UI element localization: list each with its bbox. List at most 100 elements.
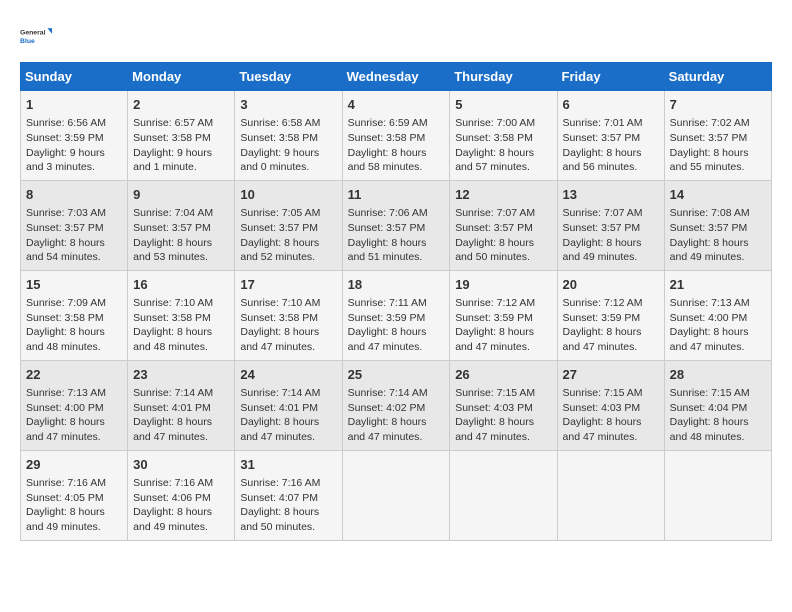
day-info: Sunrise: 6:57 AMSunset: 3:58 PMDaylight:… xyxy=(133,116,229,175)
calendar-cell xyxy=(664,450,771,540)
day-number: 22 xyxy=(26,366,122,384)
calendar-cell: 4 Sunrise: 6:59 AMSunset: 3:58 PMDaylight… xyxy=(342,91,450,181)
day-info: Sunrise: 7:15 AMSunset: 4:04 PMDaylight:… xyxy=(670,386,766,445)
day-number: 21 xyxy=(670,276,766,294)
calendar-week-row: 8 Sunrise: 7:03 AMSunset: 3:57 PMDaylight… xyxy=(21,180,772,270)
calendar-cell xyxy=(557,450,664,540)
day-info: Sunrise: 7:08 AMSunset: 3:57 PMDaylight:… xyxy=(670,206,766,265)
calendar-cell: 21 Sunrise: 7:13 AMSunset: 4:00 PMDayligh… xyxy=(664,270,771,360)
day-info: Sunrise: 6:59 AMSunset: 3:58 PMDaylight:… xyxy=(348,116,445,175)
calendar-cell: 22 Sunrise: 7:13 AMSunset: 4:00 PMDayligh… xyxy=(21,360,128,450)
calendar-cell: 20Sunrise: 7:12 AMSunset: 3:59 PMDayligh… xyxy=(557,270,664,360)
day-header-saturday: Saturday xyxy=(664,63,771,91)
day-info: Sunrise: 7:07 AMSunset: 3:57 PMDaylight:… xyxy=(455,206,551,265)
calendar-table: SundayMondayTuesdayWednesdayThursdayFrid… xyxy=(20,62,772,541)
day-number: 28 xyxy=(670,366,766,384)
calendar-week-row: 15 Sunrise: 7:09 AMSunset: 3:58 PMDayligh… xyxy=(21,270,772,360)
calendar-cell: 11 Sunrise: 7:06 AMSunset: 3:57 PMDayligh… xyxy=(342,180,450,270)
calendar-week-row: 1Sunrise: 6:56 AMSunset: 3:59 PMDaylight… xyxy=(21,91,772,181)
day-info: Sunrise: 7:14 AMSunset: 4:01 PMDaylight:… xyxy=(133,386,229,445)
calendar-cell: 12 Sunrise: 7:07 AMSunset: 3:57 PMDayligh… xyxy=(450,180,557,270)
day-number: 4 xyxy=(348,96,445,114)
calendar-cell: 31Sunrise: 7:16 AMSunset: 4:07 PMDayligh… xyxy=(235,450,342,540)
day-info: Sunrise: 7:00 AMSunset: 3:58 PMDaylight:… xyxy=(455,116,551,175)
day-info: Sunrise: 7:03 AMSunset: 3:57 PMDaylight:… xyxy=(26,206,122,265)
calendar-cell: 7 Sunrise: 7:02 AMSunset: 3:57 PMDaylight… xyxy=(664,91,771,181)
calendar-cell: 16Sunrise: 7:10 AMSunset: 3:58 PMDayligh… xyxy=(128,270,235,360)
calendar-cell: 27 Sunrise: 7:15 AMSunset: 4:03 PMDayligh… xyxy=(557,360,664,450)
day-header-thursday: Thursday xyxy=(450,63,557,91)
calendar-cell: 13 Sunrise: 7:07 AMSunset: 3:57 PMDayligh… xyxy=(557,180,664,270)
svg-text:General: General xyxy=(20,30,46,37)
day-number: 5 xyxy=(455,96,551,114)
day-info: Sunrise: 7:12 AMSunset: 3:59 PMDaylight:… xyxy=(455,296,551,355)
calendar-cell: 5 Sunrise: 7:00 AMSunset: 3:58 PMDaylight… xyxy=(450,91,557,181)
day-number: 6 xyxy=(563,96,659,114)
day-number: 26 xyxy=(455,366,551,384)
logo: General Blue xyxy=(20,20,52,52)
day-info: Sunrise: 7:10 AMSunset: 3:58 PMDaylight:… xyxy=(240,296,336,355)
day-number: 27 xyxy=(563,366,659,384)
day-header-friday: Friday xyxy=(557,63,664,91)
day-info: Sunrise: 7:16 AMSunset: 4:07 PMDaylight:… xyxy=(240,476,336,535)
svg-text:Blue: Blue xyxy=(20,38,35,45)
day-header-sunday: Sunday xyxy=(21,63,128,91)
calendar-cell xyxy=(450,450,557,540)
calendar-cell: 15 Sunrise: 7:09 AMSunset: 3:58 PMDayligh… xyxy=(21,270,128,360)
day-info: Sunrise: 7:04 AMSunset: 3:57 PMDaylight:… xyxy=(133,206,229,265)
day-number: 12 xyxy=(455,186,551,204)
calendar-cell: 6 Sunrise: 7:01 AMSunset: 3:57 PMDaylight… xyxy=(557,91,664,181)
day-number: 25 xyxy=(348,366,445,384)
day-number: 14 xyxy=(670,186,766,204)
calendar-cell: 24Sunrise: 7:14 AMSunset: 4:01 PMDayligh… xyxy=(235,360,342,450)
day-number: 30 xyxy=(133,456,229,474)
day-number: 18 xyxy=(348,276,445,294)
day-number: 11 xyxy=(348,186,445,204)
calendar-cell xyxy=(342,450,450,540)
calendar-cell: 17Sunrise: 7:10 AMSunset: 3:58 PMDayligh… xyxy=(235,270,342,360)
day-number: 7 xyxy=(670,96,766,114)
day-info: Sunrise: 7:15 AMSunset: 4:03 PMDaylight:… xyxy=(563,386,659,445)
day-number: 16 xyxy=(133,276,229,294)
day-number: 8 xyxy=(26,186,122,204)
day-info: Sunrise: 6:58 AMSunset: 3:58 PMDaylight:… xyxy=(240,116,336,175)
day-info: Sunrise: 7:06 AMSunset: 3:57 PMDaylight:… xyxy=(348,206,445,265)
day-header-monday: Monday xyxy=(128,63,235,91)
calendar-header-row: SundayMondayTuesdayWednesdayThursdayFrid… xyxy=(21,63,772,91)
header: General Blue xyxy=(20,20,772,52)
day-info: Sunrise: 7:15 AMSunset: 4:03 PMDaylight:… xyxy=(455,386,551,445)
calendar-cell: 18 Sunrise: 7:11 AMSunset: 3:59 PMDayligh… xyxy=(342,270,450,360)
calendar-cell: 25 Sunrise: 7:14 AMSunset: 4:02 PMDayligh… xyxy=(342,360,450,450)
calendar-cell: 14 Sunrise: 7:08 AMSunset: 3:57 PMDayligh… xyxy=(664,180,771,270)
day-info: Sunrise: 7:13 AMSunset: 4:00 PMDaylight:… xyxy=(26,386,122,445)
day-number: 15 xyxy=(26,276,122,294)
day-info: Sunrise: 7:01 AMSunset: 3:57 PMDaylight:… xyxy=(563,116,659,175)
day-info: Sunrise: 7:11 AMSunset: 3:59 PMDaylight:… xyxy=(348,296,445,355)
day-info: Sunrise: 7:02 AMSunset: 3:57 PMDaylight:… xyxy=(670,116,766,175)
logo-icon: General Blue xyxy=(20,20,52,52)
day-info: Sunrise: 7:14 AMSunset: 4:02 PMDaylight:… xyxy=(348,386,445,445)
calendar-week-row: 29Sunrise: 7:16 AMSunset: 4:05 PMDayligh… xyxy=(21,450,772,540)
calendar-cell: 10Sunrise: 7:05 AMSunset: 3:57 PMDayligh… xyxy=(235,180,342,270)
day-info: Sunrise: 7:07 AMSunset: 3:57 PMDaylight:… xyxy=(563,206,659,265)
calendar-cell: 19 Sunrise: 7:12 AMSunset: 3:59 PMDayligh… xyxy=(450,270,557,360)
day-number: 2 xyxy=(133,96,229,114)
calendar-cell: 2 Sunrise: 6:57 AMSunset: 3:58 PMDaylight… xyxy=(128,91,235,181)
day-number: 29 xyxy=(26,456,122,474)
calendar-cell: 30 Sunrise: 7:16 AMSunset: 4:06 PMDayligh… xyxy=(128,450,235,540)
day-info: Sunrise: 7:05 AMSunset: 3:57 PMDaylight:… xyxy=(240,206,336,265)
day-number: 23 xyxy=(133,366,229,384)
calendar-cell: 3 Sunrise: 6:58 AMSunset: 3:58 PMDaylight… xyxy=(235,91,342,181)
day-number: 9 xyxy=(133,186,229,204)
day-number: 13 xyxy=(563,186,659,204)
day-info: Sunrise: 7:13 AMSunset: 4:00 PMDaylight:… xyxy=(670,296,766,355)
calendar-cell: 28 Sunrise: 7:15 AMSunset: 4:04 PMDayligh… xyxy=(664,360,771,450)
day-number: 3 xyxy=(240,96,336,114)
calendar-week-row: 22 Sunrise: 7:13 AMSunset: 4:00 PMDayligh… xyxy=(21,360,772,450)
day-header-wednesday: Wednesday xyxy=(342,63,450,91)
day-info: Sunrise: 7:09 AMSunset: 3:58 PMDaylight:… xyxy=(26,296,122,355)
calendar-cell: 29Sunrise: 7:16 AMSunset: 4:05 PMDayligh… xyxy=(21,450,128,540)
day-info: Sunrise: 7:16 AMSunset: 4:06 PMDaylight:… xyxy=(133,476,229,535)
calendar-cell: 1Sunrise: 6:56 AMSunset: 3:59 PMDaylight… xyxy=(21,91,128,181)
day-number: 19 xyxy=(455,276,551,294)
